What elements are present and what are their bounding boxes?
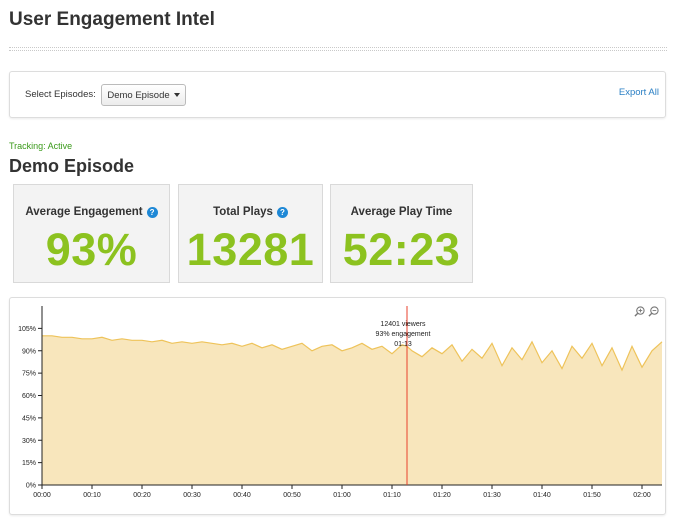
zoom-out-icon[interactable] [648,306,659,317]
total-plays-card: Total Plays ? 13281 [178,184,323,283]
x-tick-label: 00:50 [283,492,301,499]
engagement-chart[interactable]: 0% 15% 30% 45% 60% 75% 90% 105% 00:00 00:10 00:20 0… [10,298,667,516]
average-engagement-label: Average Engagement [25,206,143,218]
episode-dropdown-value: Demo Episode [107,89,170,101]
select-episodes-label: Select Episodes: [25,89,96,100]
x-tick-label: 01:10 [383,492,401,499]
divider [9,47,667,51]
tooltip-line: 93% engagement [376,331,431,338]
y-tick-label: 45% [22,415,36,422]
x-tick-label: 00:40 [233,492,251,499]
average-play-time-card: Average Play Time 52:23 [330,184,473,283]
page-title: User Engagement Intel [9,9,215,30]
tooltip-line: 12401 viewers [380,321,426,328]
x-tick-label: 00:00 [33,492,51,499]
y-tick-label: 90% [22,348,36,355]
x-tick-label: 00:10 [83,492,101,499]
help-icon[interactable]: ? [146,206,158,218]
episode-dropdown[interactable]: Demo Episode [101,84,186,106]
episode-select-panel: Select Episodes: Demo Episode Export All [9,71,666,118]
average-play-time-label: Average Play Time [350,206,453,218]
y-tick-label: 30% [22,438,36,445]
y-tick-label: 60% [22,393,36,400]
total-plays-value: 13281 [186,224,315,275]
total-plays-label: Total Plays [213,206,273,218]
x-tick-label: 01:30 [483,492,501,499]
average-engagement-card: Average Engagement ? 93% [13,184,170,283]
export-all-link[interactable]: Export All [619,87,659,98]
caret-down-icon [173,93,180,97]
y-tick-label: 0% [26,483,36,490]
engagement-chart-panel: 0% 15% 30% 45% 60% 75% 90% 105% 00:00 00:10 00:20 0… [9,297,666,515]
tracking-status: Tracking: Active [9,141,73,151]
x-tick-label: 01:20 [433,492,451,499]
x-tick-label: 02:00 [633,492,651,499]
tooltip-line: 01:13 [394,341,412,348]
y-tick-label: 75% [22,371,36,378]
y-tick-label: 15% [22,460,36,467]
x-tick-label: 01:00 [333,492,351,499]
average-play-time-value: 52:23 [342,224,461,275]
y-tick-label: 105% [18,326,36,333]
help-icon[interactable]: ? [276,206,288,218]
engagement-area [42,335,662,485]
x-tick-label: 00:30 [183,492,201,499]
x-tick-label: 00:20 [133,492,151,499]
x-tick-label: 01:40 [533,492,551,499]
zoom-in-icon[interactable] [634,306,645,317]
x-tick-label: 01:50 [583,492,601,499]
episode-title: Demo Episode [9,156,135,176]
average-engagement-value: 93% [45,224,138,275]
